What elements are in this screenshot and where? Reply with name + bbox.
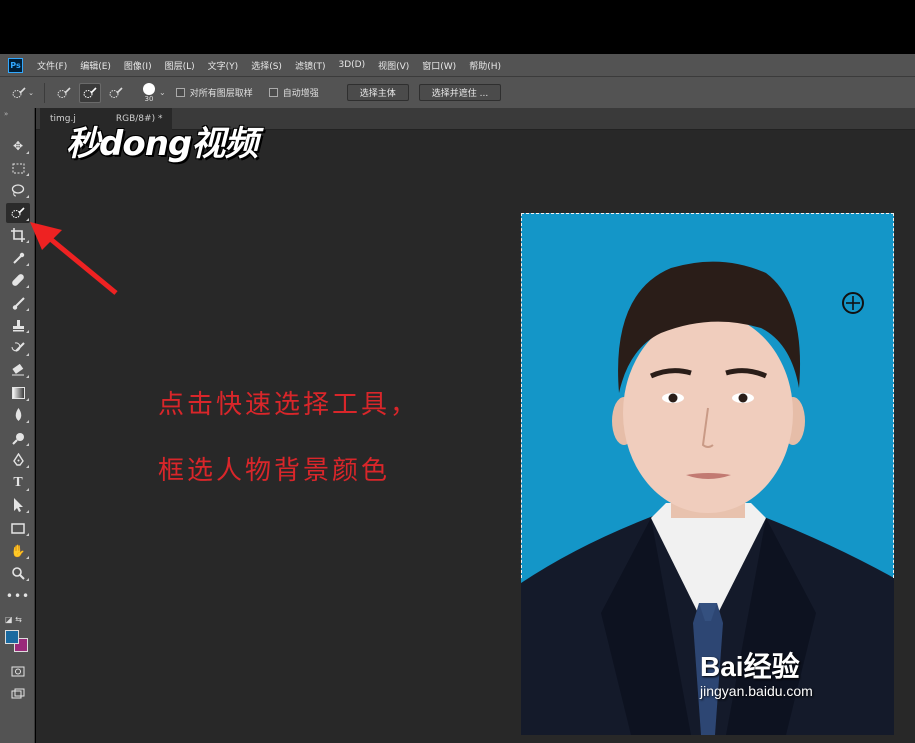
sample-all-layers-label: 对所有图层取样 (189, 89, 253, 99)
type-icon: T (13, 475, 23, 490)
pen-icon (12, 453, 24, 466)
selection-marquee (521, 213, 894, 578)
options-bar: ⌄ 30 ⌄ 对所有图层取样 自动增强 选择主体 选择并遮住 ... (0, 76, 915, 108)
brush-cursor-icon (842, 292, 864, 314)
lasso-tool[interactable] (6, 180, 30, 200)
menu-layer[interactable]: 图层(L) (165, 59, 195, 72)
eraser-tool[interactable] (6, 360, 30, 380)
pen-tool[interactable] (6, 450, 30, 470)
divider (44, 82, 45, 103)
marquee-tool[interactable] (6, 158, 30, 178)
dodge-tool[interactable] (6, 428, 30, 448)
history-brush-tool[interactable] (6, 338, 30, 358)
brush-icon (12, 296, 25, 310)
gradient-icon (11, 387, 25, 399)
red-arrow-icon (30, 222, 118, 295)
tools-panel: » ✥ T ✋ ••• ◪ ⇆ (0, 108, 35, 743)
menu-filter[interactable]: 滤镜(T) (295, 59, 326, 72)
type-tool[interactable]: T (6, 473, 30, 493)
baidu-url: jingyan.baidu.com (700, 683, 813, 699)
healing-brush-tool[interactable] (6, 270, 30, 290)
crop-tool[interactable] (6, 225, 30, 245)
collapse-arrows-icon[interactable]: » (4, 110, 8, 118)
menu-window[interactable]: 窗口(W) (422, 59, 456, 72)
top-black-band (0, 0, 915, 54)
stamp-icon (12, 319, 24, 331)
baidu-brand: Bai经验 (700, 651, 800, 682)
brush-new-icon (57, 86, 71, 98)
menu-view[interactable]: 视图(V) (378, 59, 409, 72)
move-tool[interactable]: ✥ (6, 136, 30, 156)
photoshop-logo: Ps (8, 57, 23, 73)
bandage-icon (12, 274, 24, 286)
foreground-color-swatch[interactable] (5, 630, 19, 644)
brush-tool[interactable] (6, 293, 30, 313)
menu-3d[interactable]: 3D(D) (338, 60, 365, 70)
menu-help[interactable]: 帮助(H) (469, 59, 501, 72)
magnifier-icon (11, 566, 25, 580)
path-selection-tool[interactable] (6, 495, 30, 515)
clone-stamp-tool[interactable] (6, 315, 30, 335)
menu-edit[interactable]: 编辑(E) (80, 59, 111, 72)
brush-size-picker[interactable]: 30 (143, 82, 155, 103)
annotation-line-1: 点击快速选择工具， (158, 390, 420, 420)
gradient-tool[interactable] (6, 383, 30, 403)
video-watermark: 秒dong视频 (66, 124, 258, 164)
hand-tool[interactable]: ✋ (6, 541, 30, 561)
more-tools[interactable]: ••• (6, 586, 30, 606)
hand-icon: ✋ (10, 544, 26, 558)
auto-enhance-checkbox[interactable] (268, 88, 278, 97)
screen-mode-button[interactable] (6, 684, 30, 704)
arrow-pointer-icon (13, 498, 23, 512)
lasso-icon (11, 183, 25, 196)
baidu-watermark: Bai经验 jingyan.baidu.com (700, 645, 813, 699)
chevron-down-icon[interactable]: ⌄ (159, 88, 166, 97)
new-selection-mode[interactable] (53, 83, 75, 103)
history-brush-icon (11, 341, 25, 352)
zoom-tool[interactable] (6, 563, 30, 583)
eraser-icon (12, 364, 24, 376)
blur-tool[interactable] (6, 405, 30, 425)
sample-all-layers-checkbox[interactable] (175, 88, 185, 97)
menu-file[interactable]: 文件(F) (37, 59, 67, 72)
select-and-mask-button[interactable]: 选择并遮住 ... (418, 84, 502, 101)
quick-mask-button[interactable] (6, 661, 30, 681)
brush-size-value: 30 (144, 94, 154, 103)
screen-mode-icon (11, 688, 25, 699)
tool-preset-picker[interactable]: ⌄ (10, 84, 36, 102)
brush-tip-icon (143, 82, 155, 95)
quick-selection-icon (11, 207, 25, 218)
rectangle-tool[interactable] (6, 518, 30, 538)
marquee-icon (12, 163, 24, 173)
drop-icon (15, 408, 21, 421)
menu-bar: Ps 文件(F) 编辑(E) 图像(I) 图层(L) 文字(Y) 选择(S) 滤… (0, 54, 915, 76)
dodge-icon (11, 432, 24, 445)
rectangle-icon (11, 522, 25, 534)
menu-type[interactable]: 文字(Y) (208, 59, 239, 72)
eyedropper-icon (12, 252, 24, 264)
chevron-down-icon: ⌄ (28, 88, 34, 97)
quick-selection-icon (12, 86, 26, 98)
brush-add-icon (83, 86, 97, 98)
annotation-line-2: 框选人物背景颜色 (158, 456, 391, 486)
quick-mask-icon (11, 666, 25, 676)
auto-enhance-label: 自动增强 (282, 89, 319, 99)
select-subject-button[interactable]: 选择主体 (346, 84, 409, 101)
menu-select[interactable]: 选择(S) (251, 59, 282, 72)
add-to-selection-mode[interactable] (79, 82, 101, 103)
menu-image[interactable]: 图像(I) (124, 59, 152, 72)
quick-selection-tool[interactable] (6, 203, 30, 223)
eyedropper-tool[interactable] (6, 248, 30, 268)
crop-icon (11, 228, 25, 242)
ellipsis-icon: ••• (5, 589, 31, 603)
default-colors-icon[interactable]: ◪ ⇆ (5, 615, 22, 624)
move-icon: ✥ (12, 139, 24, 153)
brush-subtract-icon (109, 86, 123, 98)
subtract-from-selection-mode[interactable] (105, 83, 127, 103)
